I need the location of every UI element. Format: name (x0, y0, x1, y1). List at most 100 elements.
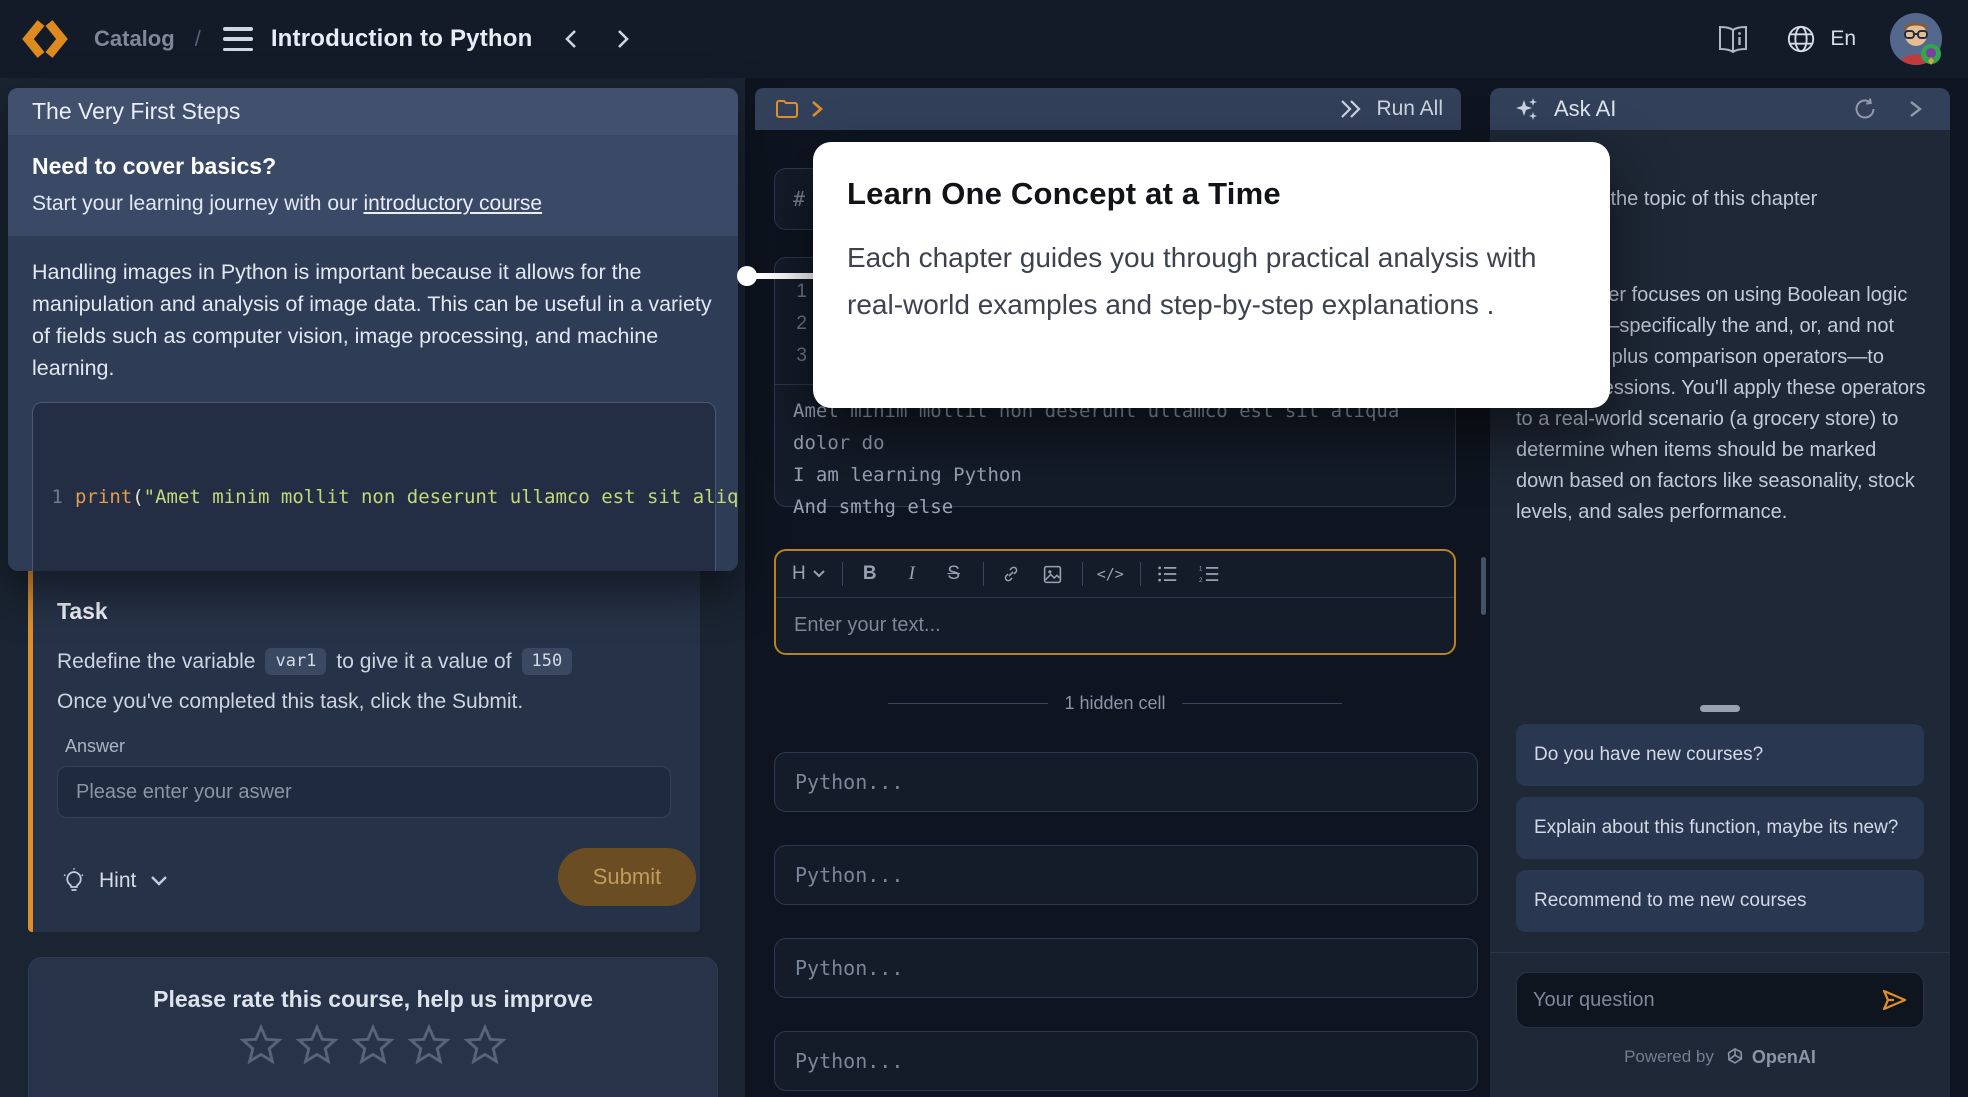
language-label[interactable]: En (1830, 27, 1856, 51)
tooltip-connector-dot (737, 266, 757, 286)
ask-ai-title: Ask AI (1554, 96, 1616, 122)
breadcrumb-catalog[interactable]: Catalog (94, 26, 175, 52)
rating-card: Please rate this course, help us improve (28, 957, 718, 1097)
hidden-cell-line (888, 703, 1048, 704)
suggestion-chip[interactable]: Do you have new courses? (1516, 724, 1924, 786)
run-all-label: Run All (1376, 97, 1443, 121)
promo-prefix: Start your learning journey with our (32, 192, 364, 215)
promo-line: Start your learning journey with our int… (32, 192, 714, 216)
hidden-cell-line (1182, 703, 1342, 704)
onboarding-tooltip: Learn One Concept at a Time Each chapter… (813, 142, 1610, 408)
numbered-list-button[interactable]: 12 (1197, 560, 1223, 588)
answer-input[interactable] (57, 766, 671, 818)
question-input[interactable] (1517, 989, 1879, 1012)
suggestion-chip[interactable]: Explain about this function, maybe its n… (1516, 797, 1924, 859)
breadcrumb-separator: / (195, 26, 201, 52)
suggestions-drag-handle[interactable] (1700, 705, 1740, 712)
powered-by-text: Powered by (1624, 1047, 1714, 1067)
brand-logo-icon[interactable] (22, 19, 68, 59)
notebook-scrollbar[interactable] (1481, 557, 1486, 615)
link-button[interactable] (998, 560, 1024, 588)
hint-label: Hint (99, 869, 136, 893)
notebook-toolbar: Run All (755, 88, 1461, 130)
python-cell[interactable]: Python... (774, 1031, 1478, 1091)
ask-ai-header: Ask AI (1490, 88, 1950, 130)
expand-chevron-icon[interactable] (809, 100, 825, 118)
star-icon[interactable] (462, 1022, 508, 1068)
svg-text:2: 2 (1199, 577, 1203, 583)
italic-button[interactable]: I (899, 560, 925, 588)
reset-chat-icon[interactable] (1852, 96, 1878, 122)
markdown-hash: # (793, 187, 805, 211)
input-divider (1490, 952, 1950, 953)
rating-title: Please rate this course, help us improve (29, 986, 717, 1013)
submit-button[interactable]: Submit (558, 848, 696, 906)
theory-code-block: 1print("Amet minim mollit non deserunt u… (32, 402, 716, 571)
theory-paragraph: Handling images in Python is important b… (32, 256, 716, 384)
rich-text-editor: H B I S </> 12 Enter your text.. (774, 549, 1456, 655)
task-title: Task (57, 598, 108, 625)
tooltip-title: Learn One Concept at a Time (847, 176, 1570, 212)
heading-button[interactable]: H (792, 560, 826, 588)
tooltip-connector-line (748, 273, 816, 279)
powered-by: Powered by OpenAI (1490, 1046, 1950, 1068)
output-line: And smthg else (793, 491, 1437, 523)
hint-toggle[interactable]: Hint (61, 858, 168, 904)
star-icon[interactable] (406, 1022, 452, 1068)
top-bar: Catalog / Introduction to Python En (0, 0, 1968, 78)
send-icon[interactable] (1879, 985, 1909, 1015)
task-card: Task Redefine the variable var1 to give … (28, 520, 700, 932)
task-instruction-line2: Once you've completed this task, click t… (57, 690, 523, 714)
toolbar-divider (1140, 562, 1141, 586)
variable-chip: var1 (265, 648, 326, 675)
toolbar-divider (842, 562, 843, 586)
editor-toolbar: H B I S </> 12 (776, 551, 1454, 598)
page-title: Introduction to Python (271, 25, 533, 53)
tooltip-body: Each chapter guides you through practica… (847, 234, 1552, 328)
task-instruction-text: Redefine the variable (57, 650, 255, 674)
bold-button[interactable]: B (857, 560, 883, 588)
output-line: I am learning Python (793, 459, 1437, 491)
strikethrough-button[interactable]: S (941, 560, 967, 588)
star-icon[interactable] (350, 1022, 396, 1068)
run-all-icon (1338, 97, 1366, 121)
toolbar-divider (983, 562, 984, 586)
language-globe-icon[interactable] (1784, 24, 1818, 54)
star-icon[interactable] (238, 1022, 284, 1068)
popover-header: The Very First Steps (8, 88, 738, 135)
editor-text-input[interactable]: Enter your text... (776, 598, 1454, 652)
bullet-list-button[interactable] (1155, 560, 1181, 588)
folder-icon[interactable] (775, 98, 799, 120)
python-cell[interactable]: Python... (774, 938, 1478, 998)
handbook-icon[interactable] (1716, 24, 1750, 54)
collapse-panel-icon[interactable] (1906, 99, 1924, 119)
hidden-cell-row[interactable]: 1 hidden cell (774, 688, 1456, 718)
task-instruction-text2: to give it a value of (336, 650, 511, 674)
introductory-course-link[interactable]: introductory course (364, 192, 543, 215)
run-all-button[interactable]: Run All (1338, 97, 1443, 121)
toolbar-divider (1082, 562, 1083, 586)
chapters-menu-icon[interactable] (223, 27, 253, 51)
sparkles-icon (1514, 96, 1540, 122)
prev-chapter-button[interactable] (561, 28, 583, 50)
code-line: 1print("Amet minim mollit non deserunt u… (49, 481, 699, 514)
openai-logo-icon (1724, 1046, 1746, 1068)
answer-label: Answer (65, 736, 125, 757)
user-avatar[interactable] (1890, 13, 1942, 65)
app-root: Catalog / Introduction to Python En (0, 0, 1968, 1097)
popover-body: Handling images in Python is important b… (8, 236, 738, 571)
star-icon[interactable] (294, 1022, 340, 1068)
image-button[interactable] (1040, 560, 1066, 588)
python-cell[interactable]: Python... (774, 845, 1478, 905)
code-button[interactable]: </> (1097, 560, 1124, 588)
value-chip: 150 (522, 648, 573, 675)
next-chapter-button[interactable] (611, 28, 633, 50)
python-cell[interactable]: Python... (774, 752, 1478, 812)
suggestion-chip[interactable]: Recommend to me new courses (1516, 870, 1924, 932)
lightbulb-icon (61, 867, 87, 895)
question-input-wrap (1516, 972, 1924, 1028)
task-instruction-line1: Redefine the variable var1 to give it a … (57, 648, 582, 675)
heading-label: H (792, 563, 806, 585)
promo-section: Need to cover basics? Start your learnin… (8, 135, 738, 236)
chevron-down-icon (150, 875, 168, 887)
